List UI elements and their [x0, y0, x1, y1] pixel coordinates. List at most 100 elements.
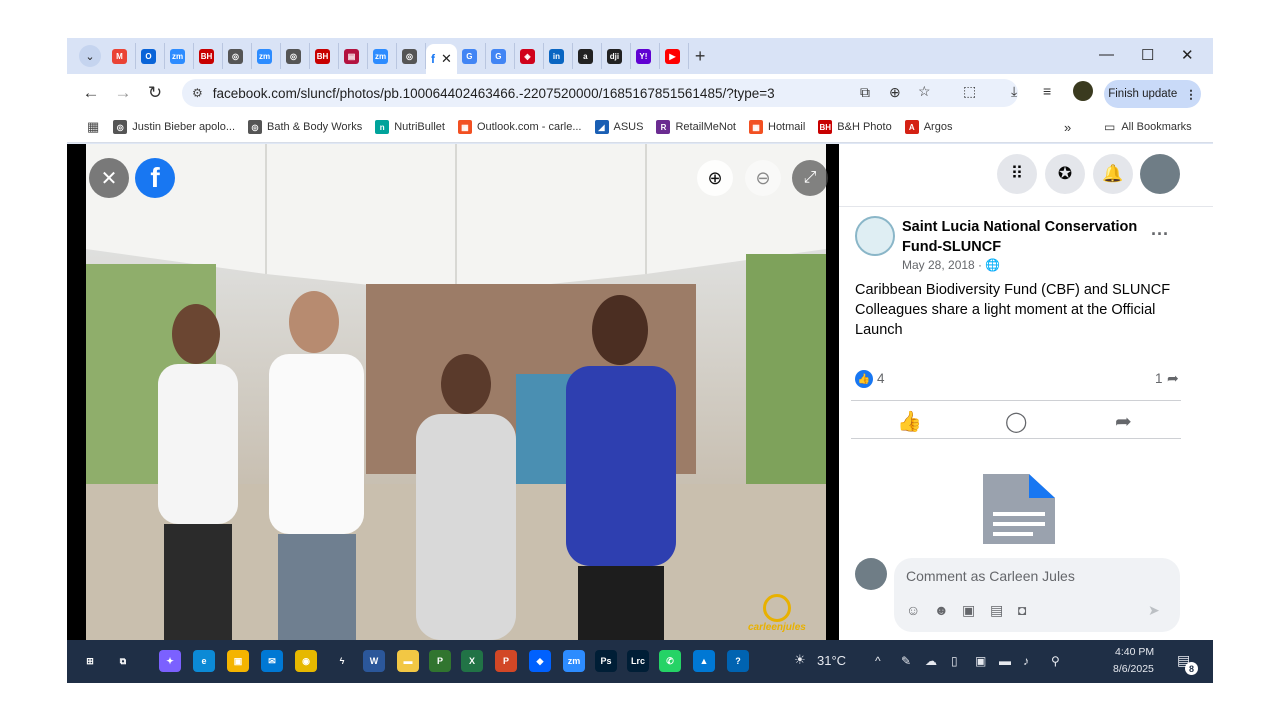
browser-tab[interactable]: a: [573, 43, 602, 69]
project-icon[interactable]: P: [429, 650, 451, 672]
store-icon[interactable]: ▣: [227, 650, 249, 672]
bookmark-item[interactable]: n NutriBullet: [375, 120, 445, 134]
like-count[interactable]: 4: [877, 371, 885, 386]
close-tab-icon[interactable]: ✕: [441, 51, 452, 67]
photoshop-icon[interactable]: Ps: [595, 650, 617, 672]
maximize-button[interactable]: ☐: [1141, 46, 1154, 64]
tab-search-icon[interactable]: ⌄: [79, 45, 101, 67]
forward-button[interactable]: →: [107, 83, 139, 103]
post-author-name[interactable]: Saint Lucia National Conservation Fund-S…: [902, 217, 1142, 257]
weather-temp[interactable]: 31°C: [817, 653, 846, 668]
like-button-icon[interactable]: 👍: [897, 409, 922, 434]
url-text[interactable]: facebook.com/sluncf/photos/pb.1000644024…: [213, 86, 775, 101]
avatar-sticker-icon[interactable]: ☺: [906, 602, 920, 618]
share-button-icon[interactable]: ➦: [1115, 409, 1132, 434]
browser-tab[interactable]: in: [544, 43, 573, 69]
lightroom-icon[interactable]: Lrc: [627, 650, 649, 672]
browser-tab[interactable]: M: [107, 43, 136, 69]
display-icon[interactable]: ▣: [975, 654, 986, 668]
pen-icon[interactable]: ✎: [901, 654, 911, 668]
lightning-icon[interactable]: ϟ: [331, 650, 353, 672]
sticker-icon[interactable]: ◘: [1018, 602, 1026, 618]
facebook-logo-icon[interactable]: f: [135, 158, 175, 198]
profile-avatar-icon[interactable]: [1073, 81, 1093, 101]
browser-tab[interactable]: ▤: [339, 43, 368, 69]
bookmark-item[interactable]: A Argos: [904, 120, 952, 134]
bookmark-item[interactable]: ◎ Bath & Body Works: [248, 120, 362, 134]
browser-tab[interactable]: zm: [368, 43, 397, 69]
minimize-button[interactable]: —: [1099, 46, 1114, 63]
reload-button[interactable]: ↻: [139, 83, 171, 103]
menu-grid-icon[interactable]: ⠿: [997, 154, 1037, 194]
bookmark-item[interactable]: ◢ ASUS: [594, 120, 643, 134]
comment-input[interactable]: Comment as Carleen Jules ☺ ☻ ▣ ▤ ◘ ➤: [894, 558, 1180, 632]
browser-tab[interactable]: ◎: [397, 43, 426, 69]
browser-tab[interactable]: zm: [252, 43, 281, 69]
dropbox-icon[interactable]: ◆: [529, 650, 551, 672]
comment-button-icon[interactable]: ◯: [1005, 409, 1027, 434]
bookmarks-overflow-button[interactable]: »: [1064, 120, 1071, 135]
browser-tab[interactable]: zm: [165, 43, 194, 69]
help-icon[interactable]: ?: [727, 650, 749, 672]
clock-time[interactable]: 4:40 PM: [1115, 646, 1154, 658]
fullscreen-icon[interactable]: ⤢: [792, 160, 828, 196]
more-menu-icon[interactable]: ⋮: [1185, 87, 1197, 101]
edge-icon[interactable]: e: [193, 650, 215, 672]
browser-tab[interactable]: Y!: [631, 43, 660, 69]
whatsapp-icon[interactable]: ✆: [659, 650, 681, 672]
battery-icon[interactable]: ▬: [999, 654, 1011, 668]
new-tab-button[interactable]: +: [695, 46, 706, 67]
browser-tab[interactable]: O: [136, 43, 165, 69]
post-options-icon[interactable]: ···: [1151, 224, 1169, 245]
camera-icon[interactable]: ▣: [962, 602, 975, 619]
all-bookmarks-button[interactable]: ▭ All Bookmarks: [1104, 120, 1192, 134]
bookmark-item[interactable]: ▦ Hotmail: [749, 120, 805, 134]
apps-grid-icon[interactable]: ▦: [87, 119, 99, 135]
bookmark-item[interactable]: R RetailMeNot: [656, 120, 736, 134]
post-photo[interactable]: carleenjules: [86, 144, 826, 640]
zoom-icon[interactable]: zm: [563, 650, 585, 672]
volume-icon[interactable]: ♪: [1023, 654, 1029, 668]
show-hidden-icons[interactable]: ^: [875, 654, 881, 668]
browser-tab[interactable]: BH: [310, 43, 339, 69]
bookmark-item[interactable]: BH B&H Photo: [818, 120, 892, 134]
word-icon[interactable]: W: [363, 650, 385, 672]
browser-tab[interactable]: ◎: [281, 43, 310, 69]
bookmark-item[interactable]: ◎ Justin Bieber apolo...: [113, 120, 235, 134]
cast-icon[interactable]: ⧉: [860, 84, 870, 101]
post-date[interactable]: May 28, 2018 · 🌐: [902, 258, 1000, 272]
excel-icon[interactable]: X: [461, 650, 483, 672]
clock-date[interactable]: 8/6/2025: [1113, 663, 1154, 675]
account-avatar[interactable]: [1140, 154, 1180, 194]
start-icon[interactable]: ⊞: [79, 650, 101, 672]
close-viewer-button[interactable]: ✕: [89, 158, 129, 198]
gif-icon[interactable]: ▤: [990, 602, 1003, 619]
commenter-avatar[interactable]: [855, 558, 887, 590]
emoji-icon[interactable]: ☻: [934, 602, 949, 618]
browser-tab[interactable]: ◈: [515, 43, 544, 69]
like-reaction-icon[interactable]: 👍: [855, 370, 873, 388]
browser-tab[interactable]: ▶: [660, 43, 689, 69]
weather-icon[interactable]: ☀: [794, 652, 806, 668]
powerpoint-icon[interactable]: P: [495, 650, 517, 672]
share-count[interactable]: 1: [1155, 371, 1163, 386]
close-window-button[interactable]: ✕: [1181, 46, 1194, 64]
zoom-icon[interactable]: ⊕: [889, 84, 901, 101]
mail-icon[interactable]: ✉: [261, 650, 283, 672]
network-icon[interactable]: ⚲: [1051, 654, 1060, 668]
bookmark-star-icon[interactable]: ☆: [918, 83, 931, 100]
photos-icon[interactable]: ▲: [693, 650, 715, 672]
messenger-icon[interactable]: ✪: [1045, 154, 1085, 194]
browser-tab[interactable]: G: [457, 43, 486, 69]
tab-facebook-active[interactable]: f ✕: [426, 44, 457, 74]
zoom-in-icon[interactable]: ⊕: [697, 160, 733, 196]
reading-list-icon[interactable]: ≡: [1043, 83, 1051, 99]
file-explorer-icon[interactable]: ▬: [397, 650, 419, 672]
finish-update-button[interactable]: Finish update ⋮: [1104, 80, 1201, 108]
copilot-icon[interactable]: ✦: [159, 650, 181, 672]
extensions-icon[interactable]: ⬚: [963, 83, 976, 100]
browser-tab[interactable]: G: [486, 43, 515, 69]
browser-tab[interactable]: dji: [602, 43, 631, 69]
onedrive-icon[interactable]: ☁: [925, 654, 937, 668]
notifications-bell-icon[interactable]: 🔔: [1093, 154, 1133, 194]
